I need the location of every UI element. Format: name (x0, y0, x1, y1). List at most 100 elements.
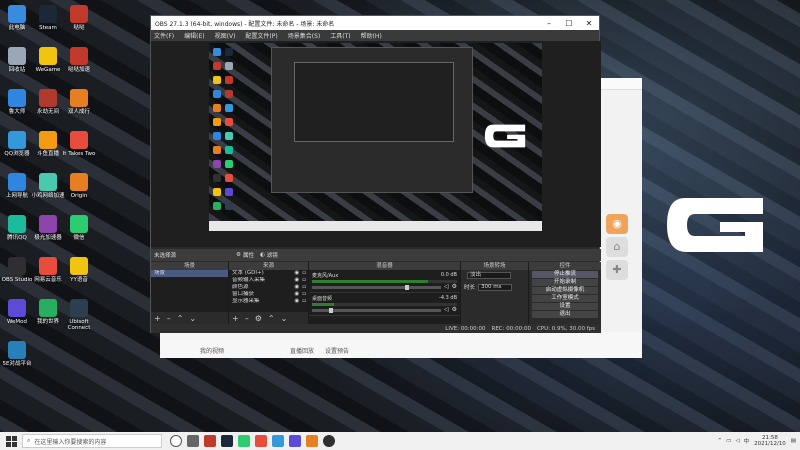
move-up-icon[interactable]: ⌃ (268, 314, 275, 323)
filters-button[interactable]: 滤镜 (267, 251, 278, 259)
desktop-icon[interactable]: 永劫无间 (31, 89, 65, 115)
remove-icon[interactable]: – (167, 314, 171, 323)
obs-title-bar[interactable]: OBS 27.1.3 (64-bit, windows) - 配置文件: 未命名… (151, 16, 599, 30)
add-icon[interactable]: + (232, 314, 239, 323)
gear-icon[interactable]: ⚙ (255, 314, 262, 323)
desktop-icon[interactable]: 鲁大师 (0, 89, 34, 115)
properties-button[interactable]: 属性 (243, 251, 254, 259)
obs-taskbar-icon[interactable] (323, 435, 335, 447)
desktop-icon[interactable]: 网易云音乐 (31, 257, 65, 283)
dada-taskbar-icon[interactable] (204, 435, 216, 447)
app-taskbar-icon[interactable] (306, 435, 318, 447)
desktop-icon[interactable]: 腾讯QQ (0, 215, 34, 241)
clock[interactable]: 21:58 2021/12/10 (754, 435, 786, 447)
eye-icon[interactable]: ◉ (294, 291, 299, 298)
move-down-icon[interactable]: ⌄ (189, 314, 196, 323)
eye-icon[interactable]: ◉ (294, 298, 299, 305)
gear-icon[interactable]: ⚙ (452, 283, 457, 290)
source-item[interactable]: 显示器采集 ◉ ▫ (229, 298, 308, 305)
add-icon[interactable]: + (154, 314, 161, 323)
speaker-icon[interactable]: ◁ (444, 283, 449, 290)
remove-icon[interactable]: – (245, 314, 249, 323)
desktop-icon[interactable]: 5E对战平台 (0, 341, 34, 367)
move-up-icon[interactable]: ⌃ (177, 314, 184, 323)
lock-icon[interactable]: ▫ (302, 277, 306, 284)
desktop-icon[interactable]: 上网导航 (0, 173, 34, 199)
gear-icon[interactable]: ⚙ (236, 252, 241, 258)
menu-item[interactable]: 场景集合(S) (288, 31, 321, 40)
lock-icon[interactable]: ▫ (302, 284, 306, 291)
windows-start-icon[interactable] (0, 432, 22, 450)
desktop-icon[interactable]: 回收站 (0, 47, 34, 73)
steam-taskbar-icon[interactable] (221, 435, 233, 447)
network-icon[interactable]: ▭ (726, 438, 731, 444)
desktop-icon[interactable]: Ubisoft Connect (62, 299, 96, 331)
control-button[interactable]: 启动虚拟摄像机 (532, 287, 598, 294)
desktop-icon[interactable]: 极光加速器 (31, 215, 65, 241)
move-down-icon[interactable]: ⌄ (281, 314, 288, 323)
cortana-icon[interactable] (170, 435, 182, 447)
menu-item[interactable]: 工具(T) (330, 31, 350, 40)
program-preview[interactable] (209, 43, 542, 231)
search-input[interactable]: ⌕ 在这里输入你要搜索的内容 (22, 434, 162, 448)
lock-icon[interactable]: ▫ (302, 270, 306, 277)
desktop-icon[interactable]: 哒哒加速 (62, 47, 96, 73)
eye-icon[interactable]: ◉ (294, 270, 299, 277)
desktop-icon[interactable]: 微信 (62, 215, 96, 241)
control-button[interactable]: 退出 (532, 311, 598, 318)
control-button[interactable]: 工作室模式 (532, 295, 598, 302)
wechat-taskbar-icon[interactable] (238, 435, 250, 447)
lock-icon[interactable]: ▫ (302, 291, 306, 298)
task-view-icon[interactable] (187, 435, 199, 447)
minimize-icon[interactable]: – (539, 19, 559, 28)
filter-icon[interactable]: ◐ (260, 252, 265, 258)
speaker-icon[interactable]: ◁ (444, 306, 449, 313)
record-side-icon[interactable]: ◉ (606, 214, 628, 234)
desktop-icon[interactable]: 此电脑 (0, 5, 34, 31)
control-button[interactable]: 停止推流 (532, 271, 598, 278)
scene-item[interactable]: 场景 (151, 270, 228, 277)
duration-input[interactable]: 300 ms (478, 283, 513, 291)
wemod-taskbar-icon[interactable] (289, 435, 301, 447)
desktop-icon[interactable]: Origin (62, 173, 96, 199)
ime-indicator[interactable]: 中 (744, 437, 750, 445)
desktop-icon[interactable]: OBS Studio (0, 257, 34, 283)
source-item[interactable]: 音频输入采集 ◉ ▫ (229, 277, 308, 284)
explorer-taskbar-icon[interactable] (272, 435, 284, 447)
volume-icon[interactable]: ◁ (735, 438, 739, 444)
source-item[interactable]: 窗口捕获 ◉ ▫ (229, 291, 308, 298)
lock-icon[interactable]: ▫ (302, 298, 306, 305)
app-item-my-videos[interactable]: 我的视频 (200, 346, 224, 355)
close-icon[interactable]: ✕ (579, 19, 599, 28)
desktop-icon[interactable]: WeMod (0, 299, 34, 325)
desktop-icon[interactable]: WeGame (31, 47, 65, 73)
control-button[interactable]: 设置 (532, 303, 598, 310)
desktop-icon[interactable]: 我的世界 (31, 299, 65, 325)
app-item-replay[interactable]: 直播回放 (290, 346, 314, 355)
music-taskbar-icon[interactable] (255, 435, 267, 447)
menu-item[interactable]: 帮助(H) (361, 31, 382, 40)
desktop-icon[interactable]: YY语音 (62, 257, 96, 283)
desktop-icon[interactable]: 小鸡网络加速 (31, 173, 65, 199)
menu-item[interactable]: 视图(V) (215, 31, 236, 40)
volume-slider[interactable] (312, 284, 441, 290)
volume-slider[interactable] (312, 307, 441, 313)
eye-icon[interactable]: ◉ (294, 277, 299, 284)
transition-select[interactable]: 淡出 (467, 272, 511, 279)
desktop-icon[interactable]: Steam (31, 5, 65, 31)
desktop-icon[interactable]: QQ浏览器 (0, 131, 34, 157)
chevron-up-icon[interactable]: ⌃ (718, 438, 723, 444)
gear-icon[interactable]: ⚙ (452, 306, 457, 313)
eye-icon[interactable]: ◉ (294, 284, 299, 291)
source-item[interactable]: 文本 (GDI+) ◉ ▫ (229, 270, 308, 277)
desktop-icon[interactable]: It Takes Two (62, 131, 96, 157)
app-item-preview[interactable]: 设置预告 (325, 346, 349, 355)
notification-icon[interactable]: ▤ (791, 438, 796, 444)
source-item[interactable]: 颜色源 ◉ ▫ (229, 284, 308, 291)
gamepad-side-icon[interactable]: ✚ (606, 260, 628, 280)
desktop-icon[interactable]: 双人成行 (62, 89, 96, 115)
menu-item[interactable]: 文件(F) (154, 31, 174, 40)
home-side-icon[interactable]: ⌂ (606, 237, 628, 257)
desktop-icon[interactable]: 斗鱼直播 (31, 131, 65, 157)
menu-item[interactable]: 编辑(E) (184, 31, 204, 40)
